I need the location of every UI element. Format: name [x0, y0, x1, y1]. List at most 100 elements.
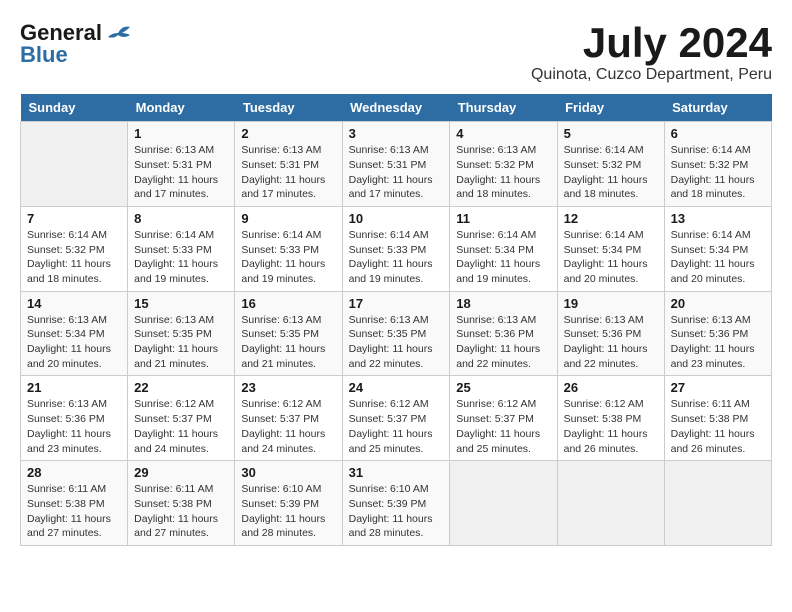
day-number: 4: [456, 126, 550, 141]
day-info: Sunrise: 6:13 AM Sunset: 5:36 PM Dayligh…: [671, 313, 765, 372]
day-number: 1: [134, 126, 228, 141]
day-number: 16: [241, 296, 335, 311]
day-info: Sunrise: 6:12 AM Sunset: 5:37 PM Dayligh…: [241, 397, 335, 456]
calendar-cell: 4 Sunrise: 6:13 AM Sunset: 5:32 PM Daylig…: [450, 122, 557, 207]
day-number: 13: [671, 211, 765, 226]
day-number: 30: [241, 465, 335, 480]
calendar-cell: 8Sunrise: 6:14 AM Sunset: 5:33 PM Daylig…: [128, 206, 235, 291]
logo: General Blue: [20, 20, 132, 68]
calendar-week-row: 28 Sunrise: 6:11 AM Sunset: 5:38 PM Dayli…: [21, 461, 772, 546]
day-number: 17: [349, 296, 444, 311]
calendar-cell: 15Sunrise: 6:13 AM Sunset: 5:35 PM Dayli…: [128, 291, 235, 376]
calendar-cell: [450, 461, 557, 546]
day-info: Sunrise: 6:10 AM Sunset: 5:39 PM Dayligh…: [349, 482, 444, 541]
calendar-cell: 22 Sunrise: 6:12 AM Sunset: 5:37 PM Dayli…: [128, 376, 235, 461]
calendar-cell: 24 Sunrise: 6:12 AM Sunset: 5:37 PM Dayli…: [342, 376, 450, 461]
day-info: Sunrise: 6:11 AM Sunset: 5:38 PM Dayligh…: [134, 482, 228, 541]
calendar-cell: 26 Sunrise: 6:12 AM Sunset: 5:38 PM Dayli…: [557, 376, 664, 461]
calendar-cell: 14 Sunrise: 6:13 AM Sunset: 5:34 PM Dayli…: [21, 291, 128, 376]
calendar-cell: 29Sunrise: 6:11 AM Sunset: 5:38 PM Dayli…: [128, 461, 235, 546]
calendar-cell: 5Sunrise: 6:14 AM Sunset: 5:32 PM Daylig…: [557, 122, 664, 207]
day-info: Sunrise: 6:10 AM Sunset: 5:39 PM Dayligh…: [241, 482, 335, 541]
day-of-week-header: Tuesday: [235, 94, 342, 122]
day-info: Sunrise: 6:13 AM Sunset: 5:34 PM Dayligh…: [27, 313, 121, 372]
day-info: Sunrise: 6:14 AM Sunset: 5:34 PM Dayligh…: [671, 228, 765, 287]
day-of-week-header: Wednesday: [342, 94, 450, 122]
calendar-cell: 31 Sunrise: 6:10 AM Sunset: 5:39 PM Dayli…: [342, 461, 450, 546]
day-number: 12: [564, 211, 658, 226]
calendar-cell: 17 Sunrise: 6:13 AM Sunset: 5:35 PM Dayli…: [342, 291, 450, 376]
month-year-title: July 2024: [531, 20, 772, 66]
day-number: 24: [349, 380, 444, 395]
calendar-week-row: 7 Sunrise: 6:14 AM Sunset: 5:32 PM Daylig…: [21, 206, 772, 291]
day-info: Sunrise: 6:13 AM Sunset: 5:35 PM Dayligh…: [134, 313, 228, 372]
day-number: 31: [349, 465, 444, 480]
day-of-week-header: Thursday: [450, 94, 557, 122]
day-number: 18: [456, 296, 550, 311]
location-subtitle: Quinota, Cuzco Department, Peru: [531, 66, 772, 84]
day-info: Sunrise: 6:12 AM Sunset: 5:37 PM Dayligh…: [134, 397, 228, 456]
calendar-cell: 2 Sunrise: 6:13 AM Sunset: 5:31 PM Daylig…: [235, 122, 342, 207]
day-info: Sunrise: 6:14 AM Sunset: 5:32 PM Dayligh…: [27, 228, 121, 287]
day-of-week-header: Friday: [557, 94, 664, 122]
calendar-week-row: 1 Sunrise: 6:13 AM Sunset: 5:31 PM Daylig…: [21, 122, 772, 207]
day-number: 28: [27, 465, 121, 480]
day-number: 21: [27, 380, 121, 395]
calendar-cell: 19 Sunrise: 6:13 AM Sunset: 5:36 PM Dayli…: [557, 291, 664, 376]
day-info: Sunrise: 6:12 AM Sunset: 5:38 PM Dayligh…: [564, 397, 658, 456]
day-number: 5: [564, 126, 658, 141]
calendar-cell: [21, 122, 128, 207]
calendar-cell: 6Sunrise: 6:14 AM Sunset: 5:32 PM Daylig…: [664, 122, 771, 207]
day-number: 23: [241, 380, 335, 395]
day-number: 14: [27, 296, 121, 311]
day-of-week-header: Saturday: [664, 94, 771, 122]
day-number: 9: [241, 211, 335, 226]
day-info: Sunrise: 6:13 AM Sunset: 5:36 PM Dayligh…: [564, 313, 658, 372]
day-info: Sunrise: 6:13 AM Sunset: 5:36 PM Dayligh…: [456, 313, 550, 372]
calendar-table: SundayMondayTuesdayWednesdayThursdayFrid…: [20, 94, 772, 546]
calendar-cell: 30 Sunrise: 6:10 AM Sunset: 5:39 PM Dayli…: [235, 461, 342, 546]
day-info: Sunrise: 6:12 AM Sunset: 5:37 PM Dayligh…: [349, 397, 444, 456]
day-of-week-header: Monday: [128, 94, 235, 122]
day-number: 26: [564, 380, 658, 395]
calendar-cell: 11Sunrise: 6:14 AM Sunset: 5:34 PM Dayli…: [450, 206, 557, 291]
calendar-cell: 1 Sunrise: 6:13 AM Sunset: 5:31 PM Daylig…: [128, 122, 235, 207]
day-number: 25: [456, 380, 550, 395]
day-number: 7: [27, 211, 121, 226]
day-info: Sunrise: 6:14 AM Sunset: 5:33 PM Dayligh…: [134, 228, 228, 287]
day-info: Sunrise: 6:11 AM Sunset: 5:38 PM Dayligh…: [671, 397, 765, 456]
day-info: Sunrise: 6:14 AM Sunset: 5:34 PM Dayligh…: [564, 228, 658, 287]
calendar-cell: 25 Sunrise: 6:12 AM Sunset: 5:37 PM Dayli…: [450, 376, 557, 461]
calendar-cell: [557, 461, 664, 546]
title-section: July 2024 Quinota, Cuzco Department, Per…: [531, 20, 772, 84]
day-info: Sunrise: 6:13 AM Sunset: 5:31 PM Dayligh…: [241, 143, 335, 202]
day-info: Sunrise: 6:12 AM Sunset: 5:37 PM Dayligh…: [456, 397, 550, 456]
day-info: Sunrise: 6:11 AM Sunset: 5:38 PM Dayligh…: [27, 482, 121, 541]
header: General Blue July 2024 Quinota, Cuzco De…: [20, 20, 772, 84]
day-info: Sunrise: 6:14 AM Sunset: 5:32 PM Dayligh…: [671, 143, 765, 202]
day-info: Sunrise: 6:13 AM Sunset: 5:35 PM Dayligh…: [349, 313, 444, 372]
calendar-cell: 21 Sunrise: 6:13 AM Sunset: 5:36 PM Dayli…: [21, 376, 128, 461]
day-info: Sunrise: 6:13 AM Sunset: 5:31 PM Dayligh…: [134, 143, 228, 202]
calendar-week-row: 14 Sunrise: 6:13 AM Sunset: 5:34 PM Dayli…: [21, 291, 772, 376]
day-number: 22: [134, 380, 228, 395]
calendar-cell: [664, 461, 771, 546]
calendar-cell: 7 Sunrise: 6:14 AM Sunset: 5:32 PM Daylig…: [21, 206, 128, 291]
calendar-header-row: SundayMondayTuesdayWednesdayThursdayFrid…: [21, 94, 772, 122]
calendar-cell: 27 Sunrise: 6:11 AM Sunset: 5:38 PM Dayli…: [664, 376, 771, 461]
day-number: 19: [564, 296, 658, 311]
logo-blue-text: Blue: [20, 42, 68, 68]
calendar-week-row: 21 Sunrise: 6:13 AM Sunset: 5:36 PM Dayli…: [21, 376, 772, 461]
day-info: Sunrise: 6:13 AM Sunset: 5:36 PM Dayligh…: [27, 397, 121, 456]
day-number: 3: [349, 126, 444, 141]
calendar-cell: 16Sunrise: 6:13 AM Sunset: 5:35 PM Dayli…: [235, 291, 342, 376]
calendar-cell: 13 Sunrise: 6:14 AM Sunset: 5:34 PM Dayli…: [664, 206, 771, 291]
calendar-cell: 28 Sunrise: 6:11 AM Sunset: 5:38 PM Dayli…: [21, 461, 128, 546]
day-info: Sunrise: 6:14 AM Sunset: 5:34 PM Dayligh…: [456, 228, 550, 287]
calendar-cell: 18 Sunrise: 6:13 AM Sunset: 5:36 PM Dayli…: [450, 291, 557, 376]
calendar-cell: 3Sunrise: 6:13 AM Sunset: 5:31 PM Daylig…: [342, 122, 450, 207]
day-number: 27: [671, 380, 765, 395]
day-number: 2: [241, 126, 335, 141]
day-info: Sunrise: 6:13 AM Sunset: 5:32 PM Dayligh…: [456, 143, 550, 202]
day-info: Sunrise: 6:14 AM Sunset: 5:33 PM Dayligh…: [349, 228, 444, 287]
